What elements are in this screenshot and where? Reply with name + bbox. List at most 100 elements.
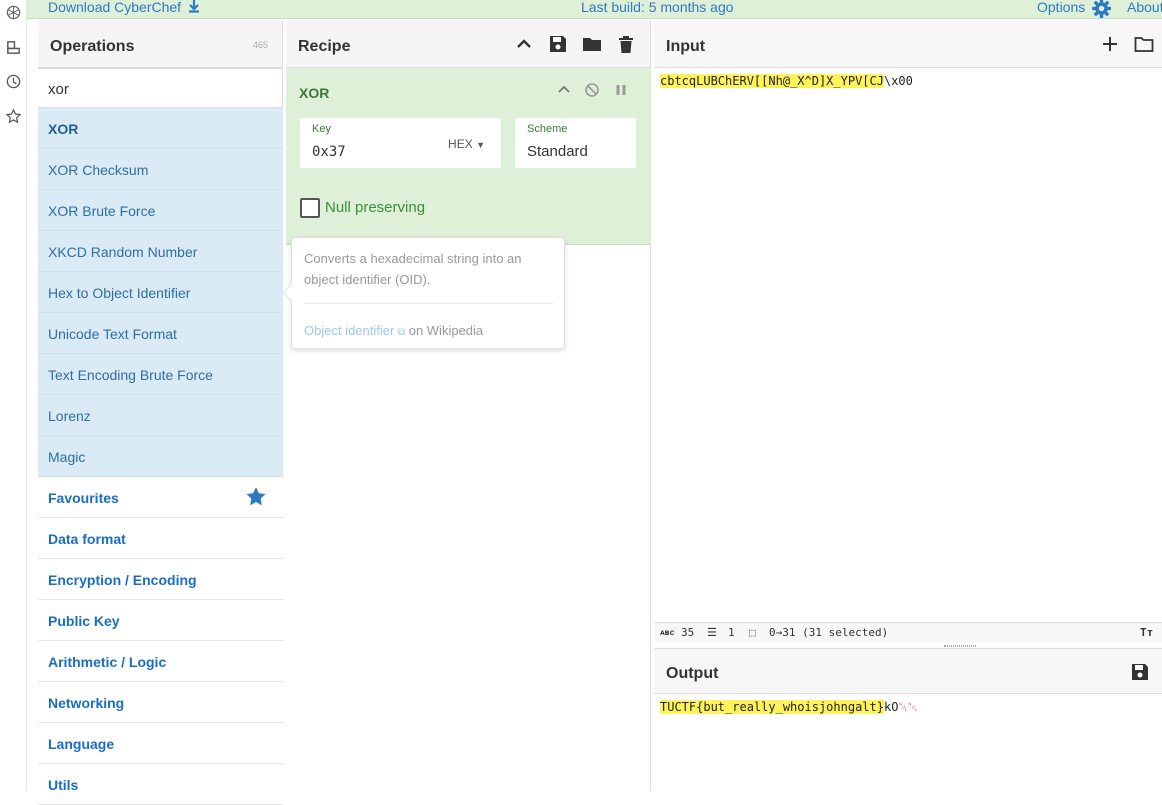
chevron-up-icon[interactable] — [556, 82, 572, 98]
operations-panel: Operations 465 xor XOR XOR Checksum XOR … — [38, 20, 283, 805]
input-header: Input — [654, 20, 1162, 68]
popover-wiki-link[interactable]: Object identifier ⧉ on Wikipedia — [304, 323, 483, 338]
top-banner: Download CyberChef Last build: 5 months … — [0, 0, 1162, 19]
recipe-panel: Recipe XOR Key 0x37 HEX ▼ Scheme Standar… — [286, 20, 651, 791]
resize-handle[interactable] — [944, 645, 976, 647]
op-label: XKCD Random Number — [48, 244, 198, 260]
category-label: Language — [48, 736, 115, 752]
history-icon[interactable] — [5, 73, 22, 90]
load-recipe-folder-icon[interactable] — [582, 34, 602, 54]
output-highlighted-text: TUCTF{but_really_whoisjohngalt} — [660, 700, 884, 714]
category-data-format[interactable]: Data format — [38, 518, 283, 559]
recipe-operation-xor[interactable]: XOR Key 0x37 HEX ▼ Scheme Standard Null … — [286, 68, 651, 245]
category-encryption-encoding[interactable]: Encryption / Encoding — [38, 559, 283, 600]
scheme-field[interactable]: Scheme Standard — [515, 118, 636, 168]
recipe-title: Recipe — [298, 38, 351, 55]
key-value[interactable]: 0x37 — [312, 144, 346, 160]
operations-list: XOR XOR Checksum XOR Brute Force XKCD Ra… — [38, 108, 283, 805]
key-label: Key — [312, 123, 331, 135]
star-icon — [246, 487, 266, 506]
clear-recipe-trash-icon[interactable] — [616, 34, 636, 54]
op-result-xor-checksum[interactable]: XOR Checksum — [38, 149, 283, 190]
external-link-icon: ⧉ — [397, 327, 406, 338]
op-label: Text Encoding Brute Force — [48, 367, 213, 383]
output-control-chars: ␀␀ — [898, 700, 918, 714]
category-language[interactable]: Language — [38, 723, 283, 764]
operations-count: 465 — [252, 40, 268, 50]
output-title: Output — [666, 665, 719, 682]
save-recipe-icon[interactable] — [548, 34, 568, 54]
input-status-bar: ᴀʙᴄ 35 ☰ 1 ⬚ 0→31 (31 selected) Tт — [654, 622, 1162, 642]
category-networking[interactable]: Networking — [38, 682, 283, 723]
category-utils[interactable]: Utils — [38, 764, 283, 805]
null-preserving-checkbox[interactable] — [300, 198, 320, 218]
font-size-button[interactable]: Tт — [1140, 626, 1153, 639]
output-plain-text: kO — [883, 700, 899, 714]
op-result-hex-to-object-identifier[interactable]: Hex to Object Identifier — [38, 272, 283, 313]
op-result-xor[interactable]: XOR — [38, 108, 283, 149]
input-length: 35 — [681, 626, 695, 639]
collapse-all-icon[interactable] — [514, 34, 534, 54]
recipe-header: Recipe — [286, 20, 650, 68]
operation-description-popover: Converts a hexadecimal string into an ob… — [291, 237, 565, 349]
io-panel: Input cbtcqLUBChERV[[Nh@_X^D]X_YPV[CJ\x0… — [654, 20, 1162, 791]
scheme-label: Scheme — [527, 123, 568, 135]
extensions-icon[interactable] — [5, 39, 22, 56]
category-label: Networking — [48, 695, 125, 711]
caret-down-icon: ▼ — [476, 140, 485, 150]
op-label: Hex to Object Identifier — [48, 285, 191, 301]
gear-icon[interactable] — [1091, 0, 1112, 19]
popover-description: Converts a hexadecimal string into an ob… — [304, 251, 522, 287]
op-label: XOR Checksum — [48, 162, 149, 178]
recipe-op-name: XOR — [299, 85, 330, 101]
key-format-dropdown[interactable]: HEX ▼ — [448, 137, 485, 151]
key-format-label: HEX — [448, 137, 473, 151]
category-arithmetic-logic[interactable]: Arithmetic / Logic — [38, 641, 283, 682]
scheme-value[interactable]: Standard — [527, 143, 588, 160]
op-result-text-encoding-brute-force[interactable]: Text Encoding Brute Force — [38, 354, 283, 395]
input-rest-text: \x00 — [883, 74, 913, 88]
popover-link-text[interactable]: Object identifier — [304, 323, 394, 338]
operations-header: Operations 465 — [38, 20, 282, 68]
op-result-xor-brute-force[interactable]: XOR Brute Force — [38, 190, 283, 231]
ai-assistant-icon[interactable] — [5, 4, 22, 21]
length-icon: ᴀʙᴄ — [660, 628, 675, 637]
last-build-text: Last build: 5 months ago — [581, 0, 734, 15]
save-output-icon[interactable] — [1130, 662, 1150, 682]
about-link[interactable]: About — [1127, 0, 1162, 15]
operations-title: Operations — [50, 38, 135, 55]
category-favourites[interactable]: Favourites — [38, 477, 283, 518]
category-label: Arithmetic / Logic — [48, 654, 167, 670]
category-label: Data format — [48, 531, 126, 547]
input-textarea[interactable]: cbtcqLUBChERV[[Nh@_X^D]X_YPV[CJ\x00 — [660, 74, 913, 88]
op-label: XOR — [48, 121, 79, 137]
open-file-folder-icon[interactable] — [1134, 34, 1154, 54]
category-label: Favourites — [48, 490, 119, 506]
output-textarea[interactable]: TUCTF{but_really_whoisjohngalt}kO␀␀ — [660, 700, 918, 715]
pause-icon[interactable] — [613, 82, 629, 98]
op-result-magic[interactable]: Magic — [38, 436, 283, 477]
null-preserving-label[interactable]: Null preserving — [325, 199, 425, 216]
key-field[interactable]: Key 0x37 HEX ▼ — [300, 118, 501, 168]
popover-divider — [304, 303, 554, 304]
op-result-lorenz[interactable]: Lorenz — [38, 395, 283, 436]
side-rail — [0, 0, 27, 791]
op-result-unicode-text-format[interactable]: Unicode Text Format — [38, 313, 283, 354]
op-label: Lorenz — [48, 408, 91, 424]
add-tab-plus-icon[interactable] — [1100, 34, 1120, 54]
favorites-star-icon[interactable] — [5, 108, 22, 125]
input-selected-text: cbtcqLUBChERV[[Nh@_X^D]X_YPV[CJ — [660, 74, 884, 88]
search-input[interactable]: xor — [38, 68, 283, 108]
op-result-xkcd-random-number[interactable]: XKCD Random Number — [38, 231, 283, 272]
download-icon — [189, 0, 200, 13]
selection-icon: ⬚ — [749, 626, 756, 639]
disable-icon[interactable] — [584, 82, 600, 98]
download-link[interactable]: Download CyberChef — [48, 0, 201, 15]
input-title: Input — [666, 38, 706, 55]
output-header: Output — [654, 648, 1162, 694]
popover-link-suffix: on Wikipedia — [408, 323, 484, 338]
options-link[interactable]: Options — [1037, 0, 1085, 15]
op-label: XOR Brute Force — [48, 203, 156, 219]
category-public-key[interactable]: Public Key — [38, 600, 283, 641]
input-selection: 0→31 (31 selected) — [769, 626, 889, 639]
